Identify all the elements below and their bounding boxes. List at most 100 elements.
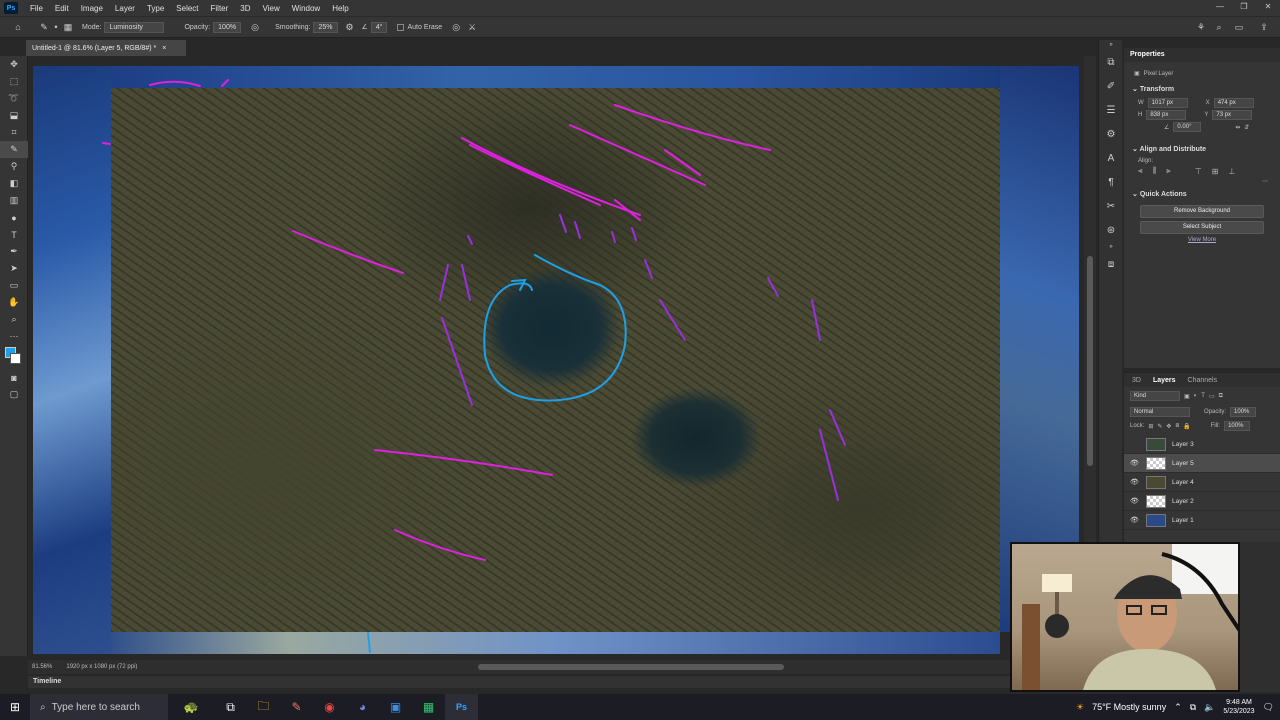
- layer-comps-icon[interactable]: ⧈: [1099, 252, 1123, 276]
- flip-vertical-icon[interactable]: ⇵: [1244, 124, 1249, 131]
- lock-paint-icon[interactable]: ✎: [1157, 423, 1162, 430]
- photoshop-logo[interactable]: Ps: [4, 2, 18, 14]
- align-middle-icon[interactable]: ⊞: [1212, 167, 1219, 176]
- volume-icon[interactable]: 🔈: [1204, 702, 1215, 713]
- close-icon[interactable]: ✕: [1256, 0, 1280, 16]
- move-tool-icon[interactable]: ✥: [0, 56, 28, 73]
- align-bottom-icon[interactable]: ⊥: [1228, 167, 1235, 176]
- angle-field[interactable]: 0.00°: [1173, 122, 1202, 132]
- layer-name[interactable]: Layer 4: [1172, 479, 1194, 486]
- layer-row[interactable]: Layer 3: [1124, 435, 1280, 454]
- layer-name[interactable]: Layer 2: [1172, 498, 1194, 505]
- eraser-tool-icon[interactable]: ◧: [0, 175, 28, 192]
- menu-edit[interactable]: Edit: [49, 4, 75, 13]
- satellite-image-layer[interactable]: [111, 88, 1000, 632]
- path-select-tool-icon[interactable]: ➤: [0, 260, 28, 277]
- share-upload-icon[interactable]: ⇪: [1258, 21, 1270, 33]
- menu-window[interactable]: Window: [286, 4, 326, 13]
- menu-select[interactable]: Select: [170, 4, 204, 13]
- photos-app-icon[interactable]: ▣: [379, 694, 412, 720]
- quick-mask-icon[interactable]: ◙: [0, 369, 28, 386]
- layer-filter-select[interactable]: Kind: [1130, 391, 1180, 401]
- tab-3d[interactable]: 3D: [1132, 377, 1141, 384]
- menu-layer[interactable]: Layer: [109, 4, 141, 13]
- lock-pixels-icon[interactable]: ⊞: [1148, 423, 1153, 430]
- paint-app-icon[interactable]: ✎: [280, 694, 313, 720]
- search-icon[interactable]: ⌕: [1213, 21, 1225, 33]
- crop-tool-icon[interactable]: ⌗: [0, 124, 28, 141]
- color-swatches[interactable]: [0, 345, 28, 369]
- select-subject-button[interactable]: Select Subject: [1140, 221, 1264, 234]
- menu-type[interactable]: Type: [141, 4, 170, 13]
- layer-row[interactable]: 👁 Layer 5: [1124, 454, 1280, 473]
- vertical-scrollbar[interactable]: [1087, 256, 1093, 466]
- clock[interactable]: 9:48 AM 5/23/2023: [1223, 698, 1254, 716]
- symmetry-icon[interactable]: ⚔: [466, 21, 478, 33]
- pressure-size-icon[interactable]: ◎: [450, 21, 462, 33]
- filter-adjust-icon[interactable]: ◐: [1194, 393, 1198, 399]
- dodge-tool-icon[interactable]: ●: [0, 209, 28, 226]
- task-view-icon[interactable]: ⧉: [214, 694, 247, 720]
- tools-icon[interactable]: ✂: [1099, 194, 1123, 218]
- chrome-icon[interactable]: ◉: [313, 694, 346, 720]
- brush-settings-icon[interactable]: ✐: [1099, 74, 1123, 98]
- type-tool-icon[interactable]: T: [0, 226, 28, 243]
- pen-tool-icon[interactable]: ✒: [0, 243, 28, 260]
- file-explorer-icon[interactable]: 🗀: [247, 694, 280, 720]
- align-center-icon[interactable]: ⫼: [1153, 166, 1157, 176]
- chevron-down-icon[interactable]: ⌄: [1132, 86, 1138, 93]
- hand-tool-icon[interactable]: ✋: [0, 294, 28, 311]
- home-icon[interactable]: ⌂: [12, 21, 24, 33]
- turtle-widget-icon[interactable]: 🐢: [168, 694, 214, 720]
- notifications-icon[interactable]: 🗨: [1263, 702, 1274, 713]
- adjustments-icon[interactable]: ☰: [1099, 98, 1123, 122]
- pencil-tool-icon[interactable]: ✎: [38, 21, 50, 33]
- smoothing-field[interactable]: 25%: [313, 21, 338, 33]
- brush-panel-icon[interactable]: ▦: [62, 21, 74, 33]
- pencil-tool-icon[interactable]: ✎: [0, 141, 28, 158]
- x-field[interactable]: 474 px: [1213, 98, 1254, 108]
- lock-all-icon[interactable]: 🔒: [1183, 423, 1190, 430]
- align-top-icon[interactable]: ⊤: [1195, 167, 1202, 176]
- eye-icon[interactable]: 👁: [1130, 497, 1140, 505]
- taskbar-search[interactable]: ⌕ Type here to search: [30, 694, 168, 720]
- align-right-icon[interactable]: ⫸: [1166, 166, 1171, 176]
- eye-icon[interactable]: 👁: [1130, 459, 1140, 467]
- eye-icon[interactable]: 👁: [1130, 478, 1140, 486]
- layer-row[interactable]: 👁 Layer 1: [1124, 511, 1280, 530]
- align-left-icon[interactable]: ⫷: [1138, 166, 1143, 176]
- mode-select[interactable]: Luminosity: [104, 21, 165, 33]
- photoshop-taskbar-icon[interactable]: Ps: [445, 694, 478, 720]
- layer-row[interactable]: 👁 Layer 4: [1124, 473, 1280, 492]
- horizontal-scrollbar[interactable]: [478, 664, 784, 670]
- filter-smart-icon[interactable]: ⧉: [1219, 393, 1223, 400]
- chevron-down-icon[interactable]: ⌄: [1132, 146, 1138, 153]
- tray-expand-icon[interactable]: ⌃: [1174, 702, 1182, 713]
- lock-artboard-icon[interactable]: ⧈: [1175, 423, 1179, 430]
- layer-name[interactable]: Layer 5: [1172, 460, 1194, 467]
- lock-position-icon[interactable]: ✥: [1166, 423, 1171, 430]
- flip-horizontal-icon[interactable]: ⇹: [1235, 124, 1240, 131]
- more-tools-icon[interactable]: ⋯: [0, 328, 28, 345]
- restore-icon[interactable]: ❐: [1232, 0, 1256, 16]
- opacity-field[interactable]: 100%: [213, 21, 242, 33]
- collapse-icon[interactable]: »: [1099, 40, 1123, 50]
- network-icon[interactable]: ⧉: [1190, 702, 1196, 713]
- paragraph-icon[interactable]: ¶: [1099, 170, 1123, 194]
- layer-row[interactable]: 👁 Layer 2: [1124, 492, 1280, 511]
- close-tab-icon[interactable]: ×: [162, 45, 166, 52]
- menu-filter[interactable]: Filter: [205, 4, 235, 13]
- weather-text[interactable]: 75°F Mostly sunny: [1092, 702, 1166, 712]
- auto-erase-checkbox[interactable]: [397, 23, 405, 31]
- windows-start-icon[interactable]: ⊞: [0, 700, 30, 714]
- object-select-tool-icon[interactable]: ⬓: [0, 107, 28, 124]
- stamp-tool-icon[interactable]: ⚲: [0, 158, 28, 175]
- history-icon[interactable]: ⧉: [1099, 50, 1123, 74]
- blend-mode-select[interactable]: Normal: [1130, 407, 1190, 417]
- menu-view[interactable]: View: [257, 4, 286, 13]
- menu-help[interactable]: Help: [326, 4, 354, 13]
- chevron-down-icon[interactable]: ⌄: [1132, 191, 1138, 198]
- layer-name[interactable]: Layer 3: [1172, 441, 1194, 448]
- view-more-link[interactable]: View More: [1124, 237, 1280, 243]
- collapse-small-icon[interactable]: »: [1099, 242, 1123, 252]
